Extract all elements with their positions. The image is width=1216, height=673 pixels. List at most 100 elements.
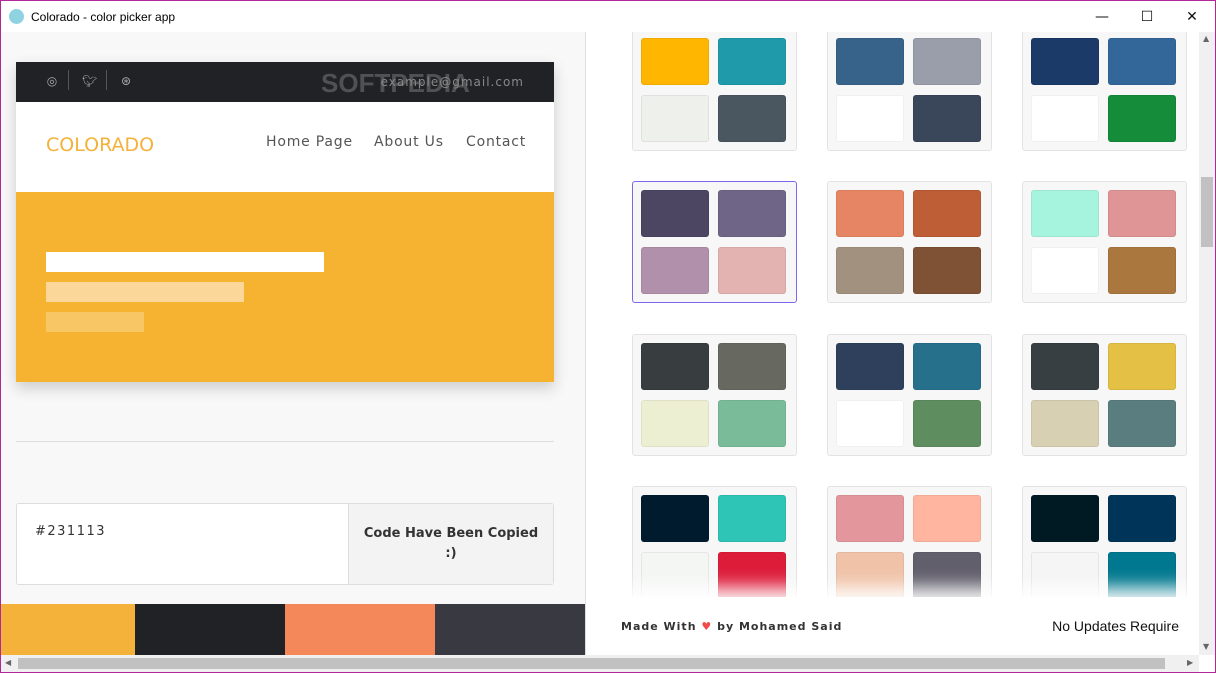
nav-contact[interactable]: Contact: [466, 134, 526, 150]
color-swatch[interactable]: [836, 343, 904, 390]
color-swatch[interactable]: [913, 95, 981, 142]
code-box: #231113 Code Have Been Copied :): [16, 503, 554, 585]
nav-about[interactable]: About Us: [374, 134, 444, 150]
maximize-button[interactable]: ☐: [1124, 1, 1170, 32]
color-swatch[interactable]: [718, 495, 786, 542]
heart-icon: ♥: [701, 619, 713, 633]
color-swatch[interactable]: [836, 400, 904, 447]
preview-hero: [16, 192, 554, 382]
palette-card[interactable]: [1022, 32, 1187, 151]
email-link[interactable]: example@gmail.com: [381, 75, 524, 89]
divider: [106, 70, 107, 90]
close-button[interactable]: ✕: [1169, 1, 1215, 32]
horizontal-scroll-thumb[interactable]: [18, 658, 1165, 669]
twitter-icon[interactable]: 🐦︎: [82, 74, 97, 88]
color-swatch[interactable]: [641, 343, 709, 390]
color-swatch[interactable]: [913, 190, 981, 237]
palette-card[interactable]: [632, 181, 797, 303]
color-swatch[interactable]: [1031, 190, 1099, 237]
color-swatch[interactable]: [1108, 38, 1176, 85]
color-swatch[interactable]: [1031, 343, 1099, 390]
strip-color[interactable]: [435, 604, 585, 655]
palette-card[interactable]: [1022, 486, 1187, 608]
color-swatch[interactable]: [1031, 247, 1099, 294]
color-swatch[interactable]: [913, 552, 981, 599]
color-swatch[interactable]: [836, 552, 904, 599]
color-swatch[interactable]: [1031, 552, 1099, 599]
copy-status[interactable]: Code Have Been Copied :): [348, 504, 553, 584]
color-swatch[interactable]: [718, 190, 786, 237]
color-swatch[interactable]: [1031, 400, 1099, 447]
site-preview: ◎ 🐦︎ ⊛ SOFTPEDIA example@gmail.com COLOR…: [16, 62, 554, 382]
color-swatch[interactable]: [641, 247, 709, 294]
color-swatch[interactable]: [1108, 190, 1176, 237]
preview-nav: COLORADO Home Page About Us Contact: [16, 102, 554, 192]
color-swatch[interactable]: [641, 190, 709, 237]
color-swatch[interactable]: [913, 247, 981, 294]
scroll-right-icon[interactable]: ▶: [1187, 658, 1193, 667]
scroll-up-icon[interactable]: ▲: [1203, 34, 1209, 43]
color-swatch[interactable]: [718, 400, 786, 447]
color-swatch[interactable]: [718, 95, 786, 142]
credits: Made With ♥ by Mohamed Said: [621, 620, 842, 633]
hex-code[interactable]: #231113: [17, 504, 348, 584]
color-swatch[interactable]: [913, 495, 981, 542]
color-swatch[interactable]: [913, 38, 981, 85]
dribbble-icon[interactable]: ⊛: [119, 74, 133, 88]
author-text: by Mohamed Said: [717, 619, 843, 633]
color-swatch[interactable]: [836, 495, 904, 542]
color-swatch[interactable]: [641, 95, 709, 142]
color-swatch[interactable]: [1031, 95, 1099, 142]
footer: Made With ♥ by Mohamed Said No Updates R…: [601, 597, 1199, 655]
strip-color[interactable]: [285, 604, 435, 655]
color-swatch[interactable]: [641, 38, 709, 85]
color-swatch[interactable]: [641, 552, 709, 599]
color-swatch[interactable]: [913, 343, 981, 390]
horizontal-scrollbar[interactable]: ◀ ▶: [1, 655, 1199, 672]
scroll-down-icon[interactable]: ▼: [1203, 642, 1209, 651]
preview-panel: ◎ 🐦︎ ⊛ SOFTPEDIA example@gmail.com COLOR…: [1, 32, 586, 655]
color-swatch[interactable]: [1108, 552, 1176, 599]
strip-color[interactable]: [1, 604, 135, 655]
color-swatch[interactable]: [913, 400, 981, 447]
palette-card[interactable]: [632, 334, 797, 456]
divider: [16, 441, 554, 442]
color-swatch[interactable]: [836, 38, 904, 85]
color-swatch[interactable]: [641, 495, 709, 542]
palette-card[interactable]: [827, 32, 992, 151]
palette-card[interactable]: [632, 32, 797, 151]
color-swatch[interactable]: [1031, 495, 1099, 542]
hero-subtitle-bar: [46, 282, 244, 302]
minimize-button[interactable]: —: [1079, 1, 1125, 32]
palette-card[interactable]: [632, 486, 797, 608]
scroll-left-icon[interactable]: ◀: [5, 658, 11, 667]
color-swatch[interactable]: [718, 247, 786, 294]
color-swatch[interactable]: [718, 552, 786, 599]
instagram-icon[interactable]: ◎: [45, 74, 59, 88]
strip-color[interactable]: [135, 604, 285, 655]
vertical-scroll-thumb[interactable]: [1201, 177, 1213, 247]
made-with-text: Made With: [621, 619, 697, 633]
color-swatch[interactable]: [1108, 495, 1176, 542]
color-swatch[interactable]: [1031, 38, 1099, 85]
app-icon: [9, 9, 24, 24]
nav-home[interactable]: Home Page: [266, 134, 353, 150]
color-swatch[interactable]: [836, 95, 904, 142]
vertical-scrollbar[interactable]: ▲ ▼: [1199, 32, 1215, 655]
color-swatch[interactable]: [718, 38, 786, 85]
window-title: Colorado - color picker app: [31, 9, 176, 24]
palette-card[interactable]: [827, 181, 992, 303]
palette-card[interactable]: [827, 334, 992, 456]
color-swatch[interactable]: [836, 247, 904, 294]
color-swatch[interactable]: [1108, 95, 1176, 142]
color-swatch[interactable]: [1108, 343, 1176, 390]
palette-card[interactable]: [827, 486, 992, 608]
color-swatch[interactable]: [718, 343, 786, 390]
selected-palette-strip: [1, 604, 585, 655]
color-swatch[interactable]: [836, 190, 904, 237]
color-swatch[interactable]: [1108, 400, 1176, 447]
palette-card[interactable]: [1022, 334, 1187, 456]
color-swatch[interactable]: [1108, 247, 1176, 294]
palette-card[interactable]: [1022, 181, 1187, 303]
color-swatch[interactable]: [641, 400, 709, 447]
